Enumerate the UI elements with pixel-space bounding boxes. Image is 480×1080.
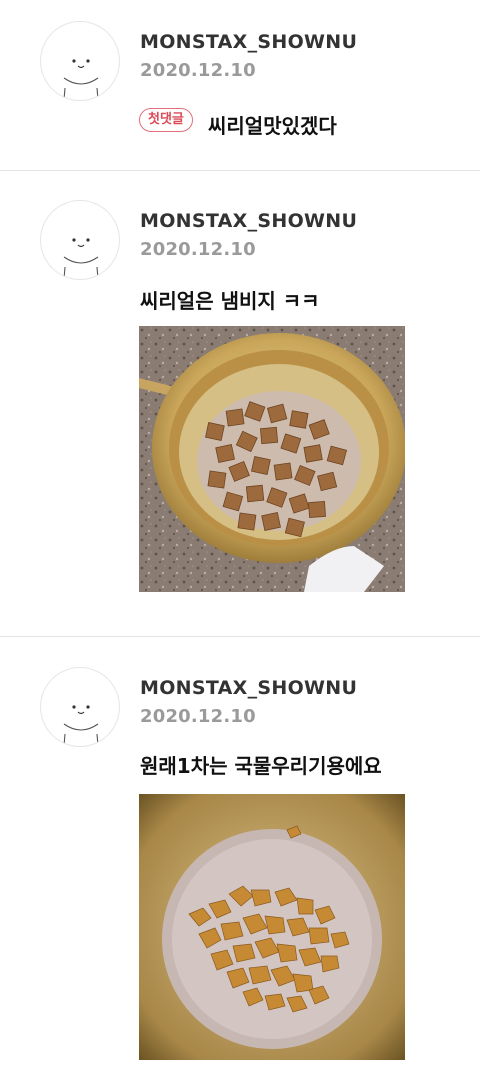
comment-3: MONSTAX_SHOWNU 2020.12.10 원래1차는 국물우리기용에요: [0, 637, 480, 1080]
cute-face-icon: [63, 238, 99, 279]
comment-2: MONSTAX_SHOWNU 2020.12.10 씨리얼은 냄비지 ㅋㅋ: [0, 171, 480, 636]
cute-face-icon: [63, 705, 99, 746]
comment-date: 2020.12.10: [140, 706, 256, 727]
comment-text: 원래1차는 국물우리기용에요: [140, 754, 382, 778]
avatar[interactable]: [40, 200, 120, 280]
username[interactable]: MONSTAX_SHOWNU: [140, 210, 357, 232]
avatar[interactable]: [40, 667, 120, 747]
comment-photo-cereal-pot[interactable]: [139, 326, 405, 592]
first-comment-badge: 첫댓글: [139, 108, 193, 132]
avatar[interactable]: [40, 21, 120, 101]
comment-date: 2020.12.10: [140, 60, 256, 81]
comment-text: 씨리얼은 냄비지 ㅋㅋ: [140, 289, 320, 313]
comment-photo-cornflakes-pot[interactable]: [139, 794, 405, 1060]
comment-text: 씨리얼맛있겠다: [208, 114, 337, 138]
comment-date: 2020.12.10: [140, 239, 256, 260]
username[interactable]: MONSTAX_SHOWNU: [140, 31, 357, 53]
username[interactable]: MONSTAX_SHOWNU: [140, 677, 357, 699]
comment-1: MONSTAX_SHOWNU 2020.12.10 첫댓글 씨리얼맛있겠다: [0, 0, 480, 170]
cute-face-icon: [63, 59, 99, 100]
